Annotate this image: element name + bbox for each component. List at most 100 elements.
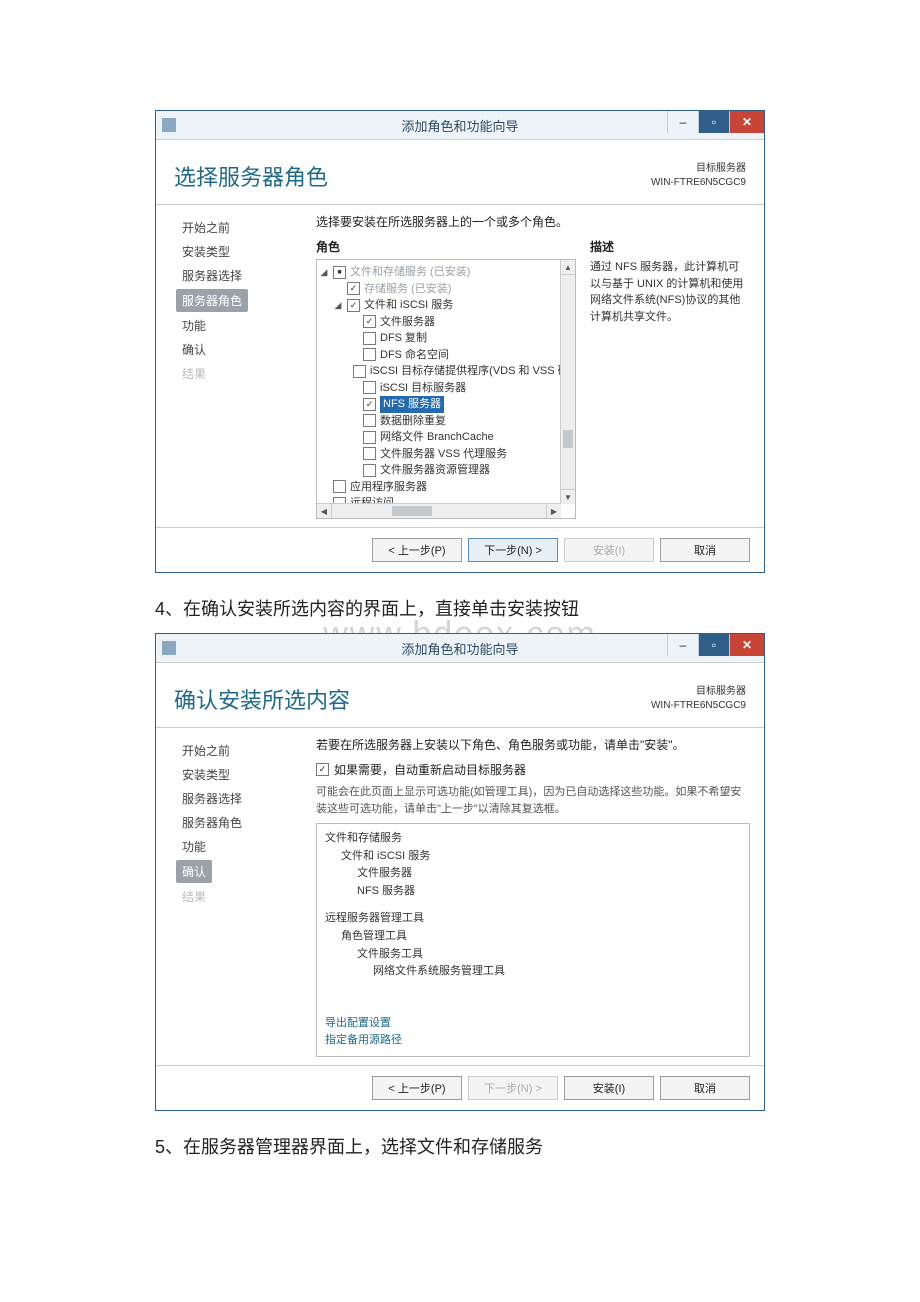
scroll-down-icon[interactable]: ▼ (561, 489, 575, 504)
sidebar-item[interactable]: 结果 (176, 362, 316, 385)
prev-button[interactable]: < 上一步(P) (372, 538, 462, 562)
install-button[interactable]: 安装(I) (564, 1076, 654, 1100)
scroll-left-icon[interactable]: ◀ (317, 504, 332, 518)
checkbox[interactable] (347, 299, 360, 312)
tree-item[interactable]: 数据删除重复 (319, 413, 573, 430)
sidebar-item[interactable]: 开始之前 (176, 739, 316, 762)
cancel-button[interactable]: 取消 (660, 538, 750, 562)
tree-item-label: 数据删除重复 (380, 413, 446, 430)
sidebar-item[interactable]: 确认 (176, 338, 316, 361)
horizontal-scrollbar[interactable]: ◀ ▶ (317, 503, 561, 518)
tree-item[interactable]: iSCSI 目标服务器 (319, 380, 573, 397)
auto-restart-label: 如果需要，自动重新启动目标服务器 (334, 761, 526, 778)
instruction-text: 选择要安装在所选服务器上的一个或多个角色。 (316, 213, 750, 230)
tree-item[interactable]: 文件服务器 VSS 代理服务 (319, 446, 573, 463)
destination-label: 目标服务器 (651, 685, 746, 699)
prev-button[interactable]: < 上一步(P) (372, 1076, 462, 1100)
checkbox[interactable] (363, 464, 376, 477)
next-button[interactable]: 下一步(N) > (468, 538, 558, 562)
close-button[interactable]: ✕ (729, 111, 764, 133)
app-icon (162, 641, 176, 655)
tree-item[interactable]: ◢ 文件和 iSCSI 服务 (319, 297, 573, 314)
checkbox[interactable] (333, 480, 346, 493)
minimize-button[interactable]: – (667, 634, 698, 656)
wizard-window-roles: 添加角色和功能向导 – ▫ ✕ 选择服务器角色 目标服务器 WIN-FTRE6N… (155, 110, 765, 573)
tree-item[interactable]: NFS 服务器 (319, 396, 573, 413)
page-title: 确认安装所选内容 (174, 683, 350, 715)
sidebar-item[interactable]: 安装类型 (176, 240, 316, 263)
tree-item-label: 存储服务 (已安装) (364, 281, 451, 298)
destination-info: 目标服务器 WIN-FTRE6N5CGC9 (651, 162, 746, 190)
checkbox[interactable] (363, 348, 376, 361)
tree-item-label: DFS 命名空间 (380, 347, 449, 364)
tree-item[interactable]: 文件服务器资源管理器 (319, 462, 573, 479)
expand-icon[interactable]: ◢ (319, 266, 329, 280)
scroll-thumb[interactable] (563, 430, 573, 448)
sidebar-item[interactable]: 确认 (176, 860, 212, 883)
tree-item[interactable]: DFS 命名空间 (319, 347, 573, 364)
checkbox[interactable] (363, 414, 376, 427)
destination-value: WIN-FTRE6N5CGC9 (651, 699, 746, 713)
checkbox[interactable] (363, 332, 376, 345)
sidebar-item[interactable]: 结果 (176, 885, 316, 908)
instruction-text: 若要在所选服务器上安装以下角色、角色服务或功能，请单击"安装"。 (316, 736, 750, 753)
next-button: 下一步(N) > (468, 1076, 558, 1100)
wizard-footer: < 上一步(P) 下一步(N) > 安装(I) 取消 (156, 527, 764, 572)
tree-item[interactable]: 存储服务 (已安装) (319, 281, 573, 298)
tree-item[interactable]: ◢ 文件和存储服务 (已安装) (319, 264, 573, 281)
cancel-button[interactable]: 取消 (660, 1076, 750, 1100)
tree-item[interactable]: 网络文件 BranchCache (319, 429, 573, 446)
destination-value: WIN-FTRE6N5CGC9 (651, 176, 746, 190)
sidebar-item[interactable]: 服务器角色 (176, 289, 248, 312)
role-description: 通过 NFS 服务器，此计算机可以与基于 UNIX 的计算机和使用网络文件系统(… (590, 259, 750, 325)
sidebar-item[interactable]: 安装类型 (176, 763, 316, 786)
sidebar-item[interactable]: 服务器角色 (176, 811, 316, 834)
maximize-button[interactable]: ▫ (698, 634, 729, 656)
page-title: 选择服务器角色 (174, 160, 328, 192)
roles-tree[interactable]: ◢文件和存储服务 (已安装)存储服务 (已安装)◢文件和 iSCSI 服务文件服… (316, 259, 576, 519)
tree-item[interactable]: 应用程序服务器 (319, 479, 573, 496)
close-button[interactable]: ✕ (729, 634, 764, 656)
roles-label: 角色 (316, 238, 576, 255)
install-button: 安装(I) (564, 538, 654, 562)
tree-item-label: NFS 服务器 (380, 396, 444, 413)
scroll-up-icon[interactable]: ▲ (561, 260, 575, 275)
sidebar-item[interactable]: 开始之前 (176, 216, 316, 239)
checkbox[interactable] (353, 365, 366, 378)
checkbox[interactable] (363, 315, 376, 328)
checkbox[interactable] (363, 431, 376, 444)
step-5-text: 5、在服务器管理器界面上，选择文件和存储服务 (155, 1133, 765, 1159)
vertical-scrollbar[interactable]: ▲ ▼ (560, 260, 575, 504)
checkbox[interactable] (363, 398, 376, 411)
selection-list: 文件和存储服务文件和 iSCSI 服务文件服务器NFS 服务器远程服务器管理工具… (316, 823, 750, 1057)
export-config-link[interactable]: 导出配置设置 指定备用源路径 (325, 1015, 402, 1050)
sidebar-item[interactable]: 服务器选择 (176, 264, 316, 287)
sidebar-item[interactable]: 功能 (176, 314, 316, 337)
tree-item-label: iSCSI 目标存储提供程序(VDS 和 VSS 硬件) (370, 363, 576, 380)
sidebar-item[interactable]: 服务器选择 (176, 787, 316, 810)
checkbox[interactable] (363, 447, 376, 460)
auto-restart-checkbox[interactable]: ✓ (316, 763, 329, 776)
tree-item-label: 网络文件 BranchCache (380, 429, 494, 446)
list-item: NFS 服务器 (325, 883, 741, 901)
tree-item[interactable]: iSCSI 目标存储提供程序(VDS 和 VSS 硬件) (319, 363, 573, 380)
expand-icon[interactable]: ◢ (333, 299, 343, 313)
tree-item-label: 文件和 iSCSI 服务 (364, 297, 453, 314)
scroll-right-icon[interactable]: ▶ (546, 504, 561, 518)
tree-item-label: 文件和存储服务 (已安装) (350, 264, 470, 281)
sidebar-item[interactable]: 功能 (176, 835, 316, 858)
checkbox[interactable] (347, 282, 360, 295)
list-item: 角色管理工具 (325, 928, 741, 946)
destination-label: 目标服务器 (651, 162, 746, 176)
hscroll-thumb[interactable] (392, 506, 432, 516)
tree-item[interactable]: DFS 复制 (319, 330, 573, 347)
checkbox[interactable] (363, 381, 376, 394)
tree-item[interactable]: 文件服务器 (319, 314, 573, 331)
list-item: 文件和存储服务 (325, 830, 741, 848)
checkbox[interactable] (333, 266, 346, 279)
list-item: 网络文件系统服务管理工具 (325, 963, 741, 981)
maximize-button[interactable]: ▫ (698, 111, 729, 133)
minimize-button[interactable]: – (667, 111, 698, 133)
step-4-text: 4、在确认安装所选内容的界面上，直接单击安装按钮 (155, 595, 765, 621)
tree-item-label: DFS 复制 (380, 330, 427, 347)
